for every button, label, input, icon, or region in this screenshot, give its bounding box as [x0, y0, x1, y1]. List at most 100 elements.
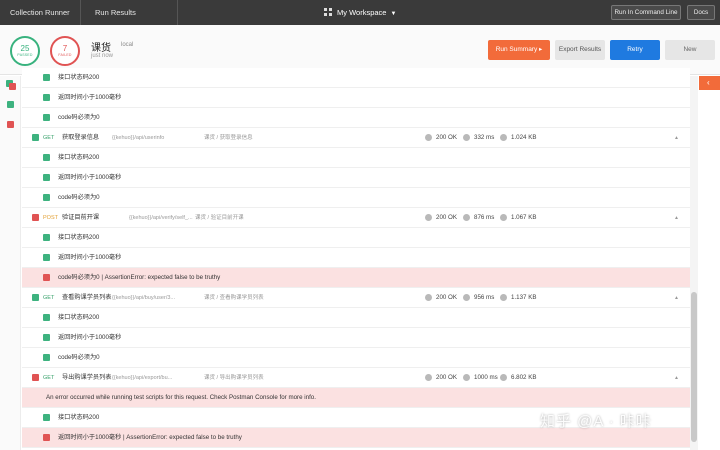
test-result-row[interactable]: 返回时间小于1000毫秒 | AssertionError: expected … — [22, 428, 690, 448]
test-name: code码必须为0 — [58, 194, 100, 201]
scrollbar[interactable] — [690, 76, 698, 450]
test-name: 接口状态码200 — [58, 234, 100, 241]
workspace-switcher[interactable]: My Workspace ▼ — [324, 0, 396, 25]
passed-counter: 25 PASSED — [10, 36, 40, 66]
chevron-up-icon[interactable]: ▲ — [674, 208, 679, 228]
chevron-up-icon[interactable]: ▲ — [674, 128, 679, 148]
pass-status-icon — [43, 174, 50, 181]
run-summary-button[interactable]: Run Summary ▸ — [488, 40, 550, 60]
response-time: 332 ms — [474, 134, 495, 141]
test-name: 返回时间小于1000毫秒 | AssertionError: expected … — [58, 434, 242, 441]
status-code: 200 OK — [436, 214, 457, 221]
status-code: 200 OK — [436, 374, 457, 381]
request-row[interactable]: GET 获取登录信息 {{kehuo}}/api/userinfo 课货 / 获取登录… — [22, 128, 690, 148]
response-time-icon — [463, 374, 470, 381]
test-result-row[interactable]: code码必须为0 — [22, 348, 690, 368]
passed-label: PASSED — [17, 53, 33, 57]
test-name: 返回时间小于1000毫秒 — [58, 334, 122, 341]
pass-status-icon — [32, 294, 39, 301]
workspace-grid-icon — [324, 8, 332, 17]
test-name: code码必须为0 | AssertionError: expected fal… — [58, 274, 221, 281]
failed-filter-icon[interactable] — [7, 121, 14, 128]
request-url: {{kehuo}}/api/export/bu... — [112, 375, 173, 381]
test-result-row[interactable]: 接口状态码200 — [22, 308, 690, 328]
pass-status-icon — [43, 334, 50, 341]
status-code: 200 OK — [436, 294, 457, 301]
watermark: 知乎 @A · 咔咔 — [540, 413, 652, 430]
request-method: POST — [43, 215, 58, 221]
test-result-row[interactable]: 接口状态码200 — [22, 68, 690, 88]
docs-button[interactable]: Docs — [687, 5, 715, 20]
status-code-icon — [425, 214, 432, 221]
failed-count: 7 — [62, 44, 68, 53]
test-name: code码必须为0 — [58, 354, 100, 361]
retry-button[interactable]: Retry — [610, 40, 660, 60]
all-filter-icon-overlay — [9, 83, 16, 90]
test-result-row[interactable]: 返回时间小于1000毫秒 — [22, 328, 690, 348]
request-name: 验证目前开课 — [62, 214, 100, 221]
pass-status-icon — [43, 94, 50, 101]
request-name: 查看购课学员列表 — [62, 294, 112, 301]
chevron-up-icon[interactable]: ▲ — [674, 288, 679, 308]
test-result-row[interactable]: code码必须为0 — [22, 188, 690, 208]
top-bar: Collection Runner Run Results My Workspa… — [0, 0, 720, 25]
pass-status-icon — [43, 74, 50, 81]
request-method: GET — [43, 295, 55, 301]
response-size: 1.024 KB — [511, 134, 537, 141]
export-results-button[interactable]: Export Results — [555, 40, 605, 60]
pass-status-icon — [43, 194, 50, 201]
tab-run-results[interactable]: Run Results — [95, 0, 136, 25]
test-name: 返回时间小于1000毫秒 — [58, 94, 122, 101]
response-size: 1.067 KB — [511, 214, 537, 221]
failed-label: FAILED — [58, 53, 72, 57]
response-time: 1000 ms — [474, 374, 498, 381]
pass-status-icon — [43, 254, 50, 261]
response-time-icon — [463, 294, 470, 301]
status-code-icon — [425, 294, 432, 301]
request-name: 获取登录信息 — [62, 134, 100, 141]
request-row[interactable]: GET 导出购课学员列表 {{kehuo}}/api/export/bu... 课货 … — [22, 368, 690, 388]
chevron-up-icon[interactable]: ▲ — [674, 368, 679, 388]
response-size-icon — [500, 214, 507, 221]
request-path: 课货 / 验证目前开课 — [195, 215, 244, 221]
new-button[interactable]: New — [665, 40, 715, 60]
chevron-left-icon: ‹ — [707, 78, 710, 87]
scrollbar-thumb[interactable] — [691, 292, 697, 442]
status-code-icon — [425, 134, 432, 141]
request-method: GET — [43, 135, 55, 141]
request-row[interactable]: GET 查看购课学员列表 {{kehuo}}/api/buy/user/3... 课货… — [22, 288, 690, 308]
test-result-row[interactable]: code码必须为0 — [22, 108, 690, 128]
response-time: 876 ms — [474, 214, 495, 221]
collection-name: 课货 — [91, 43, 111, 54]
test-result-row[interactable]: 接口状态码200 — [22, 148, 690, 168]
pass-status-icon — [32, 134, 39, 141]
environment-name: local — [121, 42, 134, 48]
workspace-name: My Workspace — [337, 8, 387, 17]
response-time-icon — [463, 214, 470, 221]
run-in-command-line-button[interactable]: Run In Command Line — [611, 5, 681, 20]
run-summary-label: Run Summary — [495, 46, 538, 53]
tab-collection-runner[interactable]: Collection Runner — [10, 0, 70, 25]
request-row[interactable]: POST 验证目前开课 {{kehuo}}/api/verify/self_... 课… — [22, 208, 690, 228]
status-code-icon — [425, 374, 432, 381]
pass-status-icon — [43, 114, 50, 121]
test-result-row[interactable]: 返回时间小于1000毫秒 — [22, 168, 690, 188]
fail-status-icon — [32, 214, 39, 221]
request-path: 课货 / 查看购课学员列表 — [204, 295, 264, 301]
pass-status-icon — [43, 154, 50, 161]
test-name: 接口状态码200 — [58, 414, 100, 421]
pass-status-icon — [43, 414, 50, 421]
side-panel-toggle[interactable]: ‹ — [699, 76, 720, 90]
tab-divider — [177, 0, 178, 25]
script-error-row: An error occurred while running test scr… — [22, 388, 690, 408]
passed-filter-icon[interactable] — [7, 101, 14, 108]
test-name: 接口状态码200 — [58, 314, 100, 321]
test-result-row[interactable]: 接口状态码200 — [22, 228, 690, 248]
request-name: 导出购课学员列表 — [62, 374, 112, 381]
test-result-row[interactable]: 返回时间小于1000毫秒 — [22, 88, 690, 108]
response-size-icon — [500, 374, 507, 381]
test-result-row[interactable]: code码必须为0 | AssertionError: expected fal… — [22, 268, 690, 288]
test-result-row[interactable]: 返回时间小于1000毫秒 — [22, 248, 690, 268]
passed-count: 25 — [20, 44, 30, 53]
response-time-icon — [463, 134, 470, 141]
